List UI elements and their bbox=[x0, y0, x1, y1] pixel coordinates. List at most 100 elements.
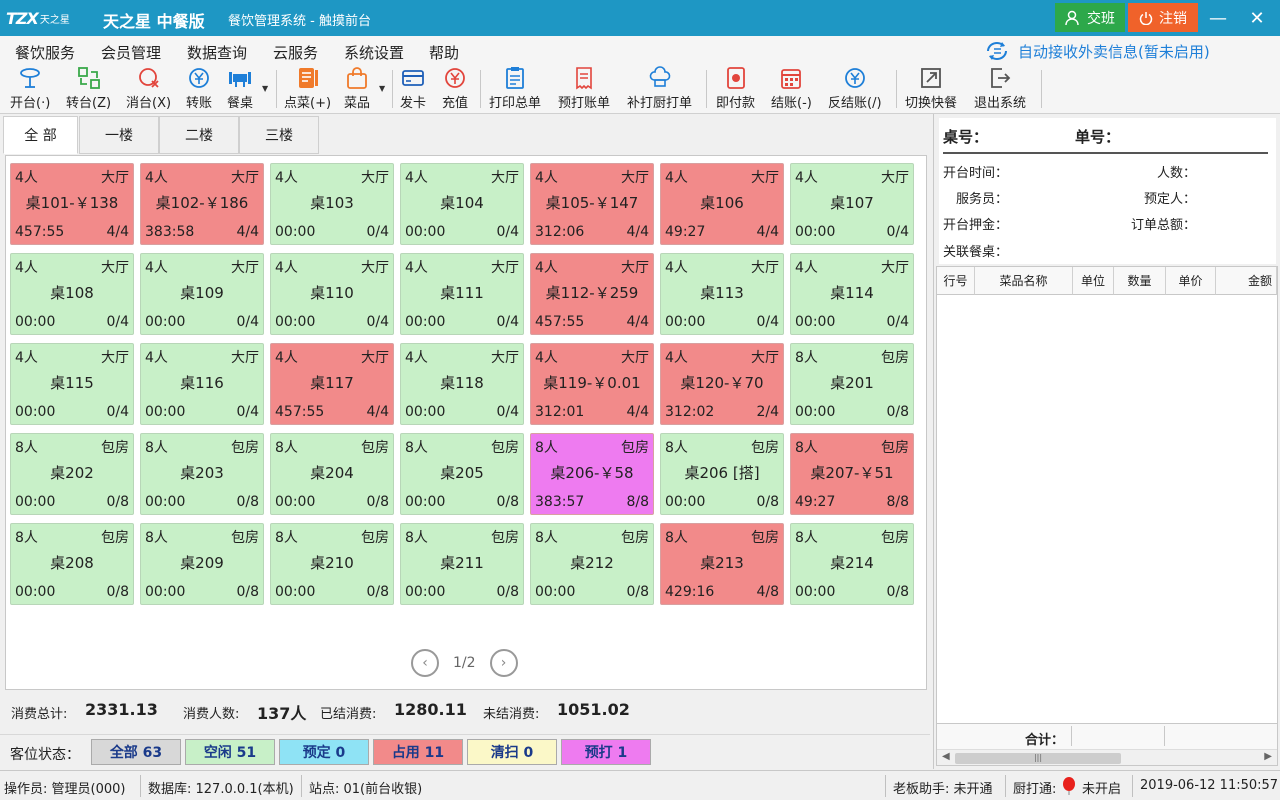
menu-data-query[interactable]: 数据查询 bbox=[187, 42, 247, 63]
menu-dining-service[interactable]: 餐饮服务 bbox=[15, 42, 75, 63]
next-page-button[interactable]: › bbox=[489, 649, 518, 677]
print-total-button[interactable]: 打印总单 bbox=[489, 66, 541, 112]
instant-pay-button[interactable]: 即付款 bbox=[716, 66, 755, 112]
order-items-table[interactable]: 行号 菜品名称 单位 数量 单价 金额 合计： ◀ ||| ▶ bbox=[936, 266, 1278, 766]
filter-reserved-button[interactable]: 预定 0 bbox=[279, 739, 369, 765]
table-card[interactable]: 4人 大厅 桌111 00:00 0/4 bbox=[400, 253, 524, 335]
exit-system-button[interactable]: 退出系统 bbox=[974, 66, 1026, 112]
table-card[interactable]: 8人 包房 桌207-￥51 49:27 8/8 bbox=[790, 433, 914, 515]
open-table-button[interactable]: 开台(·) bbox=[10, 66, 50, 112]
prev-page-button[interactable]: ‹ bbox=[411, 649, 439, 677]
table-card[interactable]: 4人 大厅 桌105-￥147 312:06 4/4 bbox=[530, 163, 654, 245]
table-card[interactable]: 4人 大厅 桌119-￥0.01 312:01 4/4 bbox=[530, 343, 654, 425]
column-header-row-no[interactable]: 行号 bbox=[937, 267, 975, 295]
table-card[interactable]: 8人 包房 桌205 00:00 0/8 bbox=[400, 433, 524, 515]
table-card[interactable]: 4人 大厅 桌103 00:00 0/4 bbox=[270, 163, 394, 245]
filter-occupied-button[interactable]: 占用 11 bbox=[373, 739, 463, 765]
reprint-kitchen-button[interactable]: 补打厨打单 bbox=[627, 66, 692, 112]
tab-floor-2[interactable]: 二楼 bbox=[159, 116, 239, 154]
column-header-unit-price[interactable]: 单价 bbox=[1166, 267, 1216, 295]
table-card[interactable]: 4人 大厅 桌104 00:00 0/4 bbox=[400, 163, 524, 245]
table-card[interactable]: 4人 大厅 桌113 00:00 0/4 bbox=[660, 253, 784, 335]
dining-table-button[interactable]: 餐桌 bbox=[227, 66, 253, 112]
transfer-table-button[interactable]: 转台(Z) bbox=[66, 66, 111, 112]
filter-free-button[interactable]: 空闲 51 bbox=[185, 739, 275, 765]
recharge-button[interactable]: 充值 bbox=[442, 66, 468, 112]
cancel-table-button[interactable]: 消台(X) bbox=[126, 66, 171, 112]
tab-floor-1[interactable]: 一楼 bbox=[79, 116, 159, 154]
auto-receive-takeout[interactable]: 自动接收外卖信息(暂未启用) bbox=[984, 40, 1210, 62]
table-card[interactable]: 4人 大厅 桌118 00:00 0/4 bbox=[400, 343, 524, 425]
column-header-dish-name[interactable]: 菜品名称 bbox=[975, 267, 1073, 295]
table-card[interactable]: 8人 包房 桌206 [搭] 00:00 0/8 bbox=[660, 433, 784, 515]
table-card[interactable]: 4人 大厅 桌117 457:55 4/4 bbox=[270, 343, 394, 425]
column-header-quantity[interactable]: 数量 bbox=[1114, 267, 1166, 295]
scroll-right-icon[interactable]: ▶ bbox=[1264, 751, 1272, 762]
table-card[interactable]: 8人 包房 桌206-￥58 383:57 8/8 bbox=[530, 433, 654, 515]
table-card[interactable]: 8人 包房 桌212 00:00 0/8 bbox=[530, 523, 654, 605]
table-capacity: 4人 bbox=[145, 350, 168, 366]
menu-member-management[interactable]: 会员管理 bbox=[101, 42, 161, 63]
table-card[interactable]: 4人 大厅 桌112-￥259 457:55 4/4 bbox=[530, 253, 654, 335]
table-card[interactable]: 4人 大厅 桌115 00:00 0/4 bbox=[10, 343, 134, 425]
table-card[interactable]: 4人 大厅 桌116 00:00 0/4 bbox=[140, 343, 264, 425]
table-card[interactable]: 4人 大厅 桌120-￥70 312:02 2/4 bbox=[660, 343, 784, 425]
table-area: 大厅 bbox=[621, 350, 649, 366]
table-card[interactable]: 4人 大厅 桌102-￥186 383:58 4/4 bbox=[140, 163, 264, 245]
transfer-bill-button[interactable]: 转账 bbox=[186, 66, 212, 112]
minimize-button[interactable]: — bbox=[1201, 4, 1235, 32]
table-card[interactable]: 8人 包房 桌210 00:00 0/8 bbox=[270, 523, 394, 605]
table-card[interactable]: 8人 包房 桌201 00:00 0/8 bbox=[790, 343, 914, 425]
table-card[interactable]: 8人 包房 桌211 00:00 0/8 bbox=[400, 523, 524, 605]
table-card[interactable]: 4人 大厅 桌106 49:27 4/4 bbox=[660, 163, 784, 245]
table-name: 桌108 bbox=[50, 284, 94, 302]
table-capacity: 4人 bbox=[405, 260, 428, 276]
switch-fastfood-button[interactable]: 切换快餐 bbox=[905, 66, 957, 112]
table-card[interactable]: 8人 包房 桌203 00:00 0/8 bbox=[140, 433, 264, 515]
logout-button[interactable]: 注销 bbox=[1128, 3, 1198, 32]
table-card[interactable]: 4人 大厅 桌114 00:00 0/4 bbox=[790, 253, 914, 335]
table-area: 包房 bbox=[751, 440, 779, 456]
table-card[interactable]: 4人 大厅 桌108 00:00 0/4 bbox=[10, 253, 134, 335]
checkout-button[interactable]: 结账(-) bbox=[771, 66, 812, 112]
menu-help[interactable]: 帮助 bbox=[429, 42, 459, 63]
dining-table-dropdown-icon[interactable]: ▼ bbox=[262, 84, 268, 93]
logout-label: 注销 bbox=[1159, 10, 1187, 27]
issue-card-button[interactable]: 发卡 bbox=[400, 66, 426, 112]
table-card[interactable]: 4人 大厅 桌107 00:00 0/4 bbox=[790, 163, 914, 245]
order-total-footer-label: 合计： bbox=[1025, 733, 1065, 748]
reverse-checkout-button[interactable]: 反结账(/) bbox=[828, 66, 882, 112]
order-dish-button[interactable]: 点菜(+) bbox=[284, 66, 331, 112]
table-card[interactable]: 4人 大厅 桌109 00:00 0/4 bbox=[140, 253, 264, 335]
table-elapsed-time: 00:00 bbox=[405, 404, 446, 420]
scroll-left-icon[interactable]: ◀ bbox=[942, 751, 950, 762]
table-card[interactable]: 8人 包房 桌208 00:00 0/8 bbox=[10, 523, 134, 605]
table-card[interactable]: 8人 包房 桌213 429:16 4/8 bbox=[660, 523, 784, 605]
shift-handover-button[interactable]: 交班 bbox=[1055, 3, 1125, 32]
scrollbar-thumb[interactable]: ||| bbox=[955, 753, 1121, 764]
tab-floor-3[interactable]: 三楼 bbox=[239, 116, 319, 154]
filter-preprint-button[interactable]: 预打 1 bbox=[561, 739, 651, 765]
table-capacity: 4人 bbox=[535, 170, 558, 186]
filter-cleaning-button[interactable]: 清扫 0 bbox=[467, 739, 557, 765]
table-name: 桌210 bbox=[310, 554, 354, 572]
filter-all-button[interactable]: 全部 63 bbox=[91, 739, 181, 765]
header-divider bbox=[943, 152, 1268, 154]
table-card[interactable]: 8人 包房 桌202 00:00 0/8 bbox=[10, 433, 134, 515]
dishes-button[interactable]: 菜品 bbox=[344, 66, 370, 112]
tab-all[interactable]: 全 部 bbox=[3, 116, 78, 154]
menu-system-settings[interactable]: 系统设置 bbox=[344, 42, 404, 63]
table-elapsed-time: 00:00 bbox=[145, 584, 186, 600]
table-card[interactable]: 8人 包房 桌204 00:00 0/8 bbox=[270, 433, 394, 515]
column-header-unit[interactable]: 单位 bbox=[1073, 267, 1114, 295]
preprint-bill-button[interactable]: 预打账单 bbox=[558, 66, 610, 112]
table-card[interactable]: 4人 大厅 桌101-￥138 457:55 4/4 bbox=[10, 163, 134, 245]
menu-cloud-service[interactable]: 云服务 bbox=[273, 42, 318, 63]
close-button[interactable]: ✕ bbox=[1240, 4, 1274, 32]
table-card[interactable]: 4人 大厅 桌110 00:00 0/4 bbox=[270, 253, 394, 335]
horizontal-scrollbar[interactable]: ◀ ||| ▶ bbox=[937, 749, 1277, 765]
table-card[interactable]: 8人 包房 桌209 00:00 0/8 bbox=[140, 523, 264, 605]
dishes-dropdown-icon[interactable]: ▼ bbox=[379, 84, 385, 93]
column-header-amount[interactable]: 金额 bbox=[1216, 267, 1277, 295]
table-card[interactable]: 8人 包房 桌214 00:00 0/8 bbox=[790, 523, 914, 605]
